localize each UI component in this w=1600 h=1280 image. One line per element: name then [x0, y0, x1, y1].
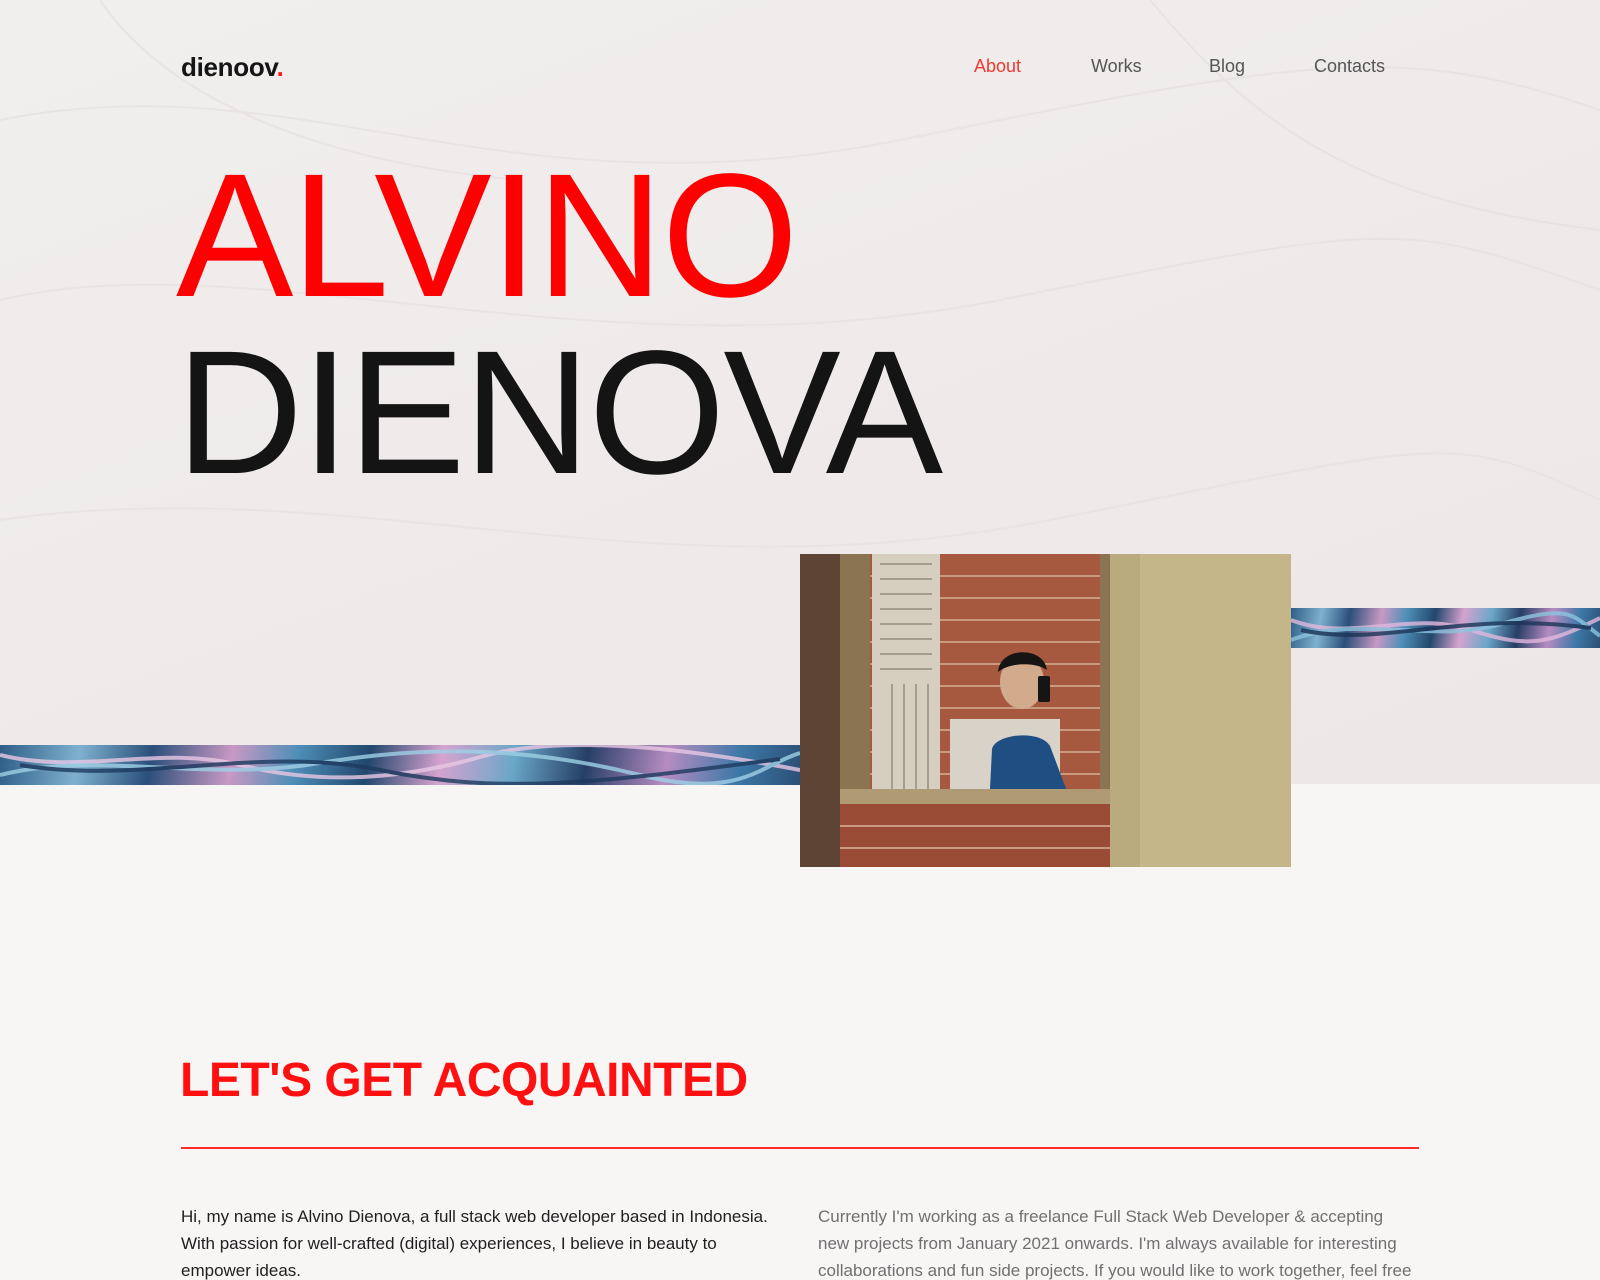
- mirror-selfie-image: [800, 554, 1291, 867]
- nav-item-blog[interactable]: Blog: [1209, 56, 1245, 77]
- main-nav: About Works Blog Contacts: [0, 56, 1600, 86]
- nav-item-contacts[interactable]: Contacts: [1314, 56, 1385, 77]
- intro-paragraph-right: Currently I'm working as a freelance Ful…: [818, 1207, 1412, 1280]
- nav-item-about[interactable]: About: [974, 56, 1021, 77]
- nav-item-works[interactable]: Works: [1091, 56, 1142, 77]
- paint-strip-right: [1291, 608, 1600, 648]
- hero-first-name: ALVINO: [176, 138, 798, 334]
- hero-last-name: DIENOVA: [176, 315, 943, 511]
- profile-photo: [800, 554, 1291, 867]
- section-divider: [181, 1147, 1419, 1149]
- intro-paragraph-left: Hi, my name is Alvino Dienova, a full st…: [181, 1207, 768, 1280]
- section-title: LET'S GET ACQUAINTED: [180, 1054, 748, 1107]
- paint-strip-left: [0, 745, 800, 785]
